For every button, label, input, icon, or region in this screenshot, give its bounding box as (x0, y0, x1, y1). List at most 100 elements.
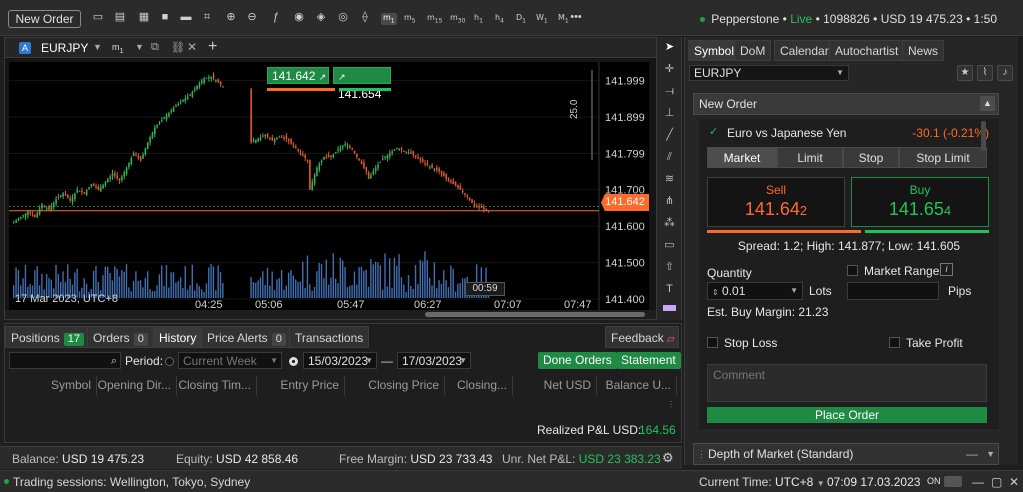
detach-icon[interactable]: ⧉ (151, 41, 159, 54)
minimize-icon[interactable]: — (966, 444, 978, 464)
tab-transactions[interactable]: Transactions (289, 326, 370, 348)
statement-button[interactable]: Statement (616, 352, 681, 369)
eye-icon[interactable]: ◎ (336, 11, 350, 24)
column-header[interactable]: Symbol (9, 376, 97, 395)
scrollbar-thumb[interactable] (425, 312, 645, 317)
text-icon[interactable]: T (663, 283, 676, 296)
candlestick-chart[interactable]: 141.999141.899141.799141.700141.600141.5… (9, 62, 649, 310)
column-header[interactable]: Closing... (445, 376, 513, 395)
cursor-icon[interactable]: ➤ (663, 41, 676, 54)
zoom-in-icon[interactable]: ⊕ (224, 11, 238, 24)
chart-icon[interactable]: ⌇ (977, 65, 993, 81)
link-icon[interactable]: ⛓ (171, 41, 185, 54)
minimize-icon[interactable]: — (972, 475, 984, 489)
timeframe-h1[interactable]: h1 (474, 13, 483, 25)
tab-dom[interactable]: DoM (734, 40, 772, 61)
more-icon[interactable]: ••• (568, 11, 584, 24)
search-input[interactable]: ⌕ (9, 352, 121, 369)
depth-of-market-header[interactable]: ⋮ Depth of Market (Standard) — ▼ (693, 443, 999, 465)
maximize-icon[interactable]: ▢ (991, 475, 1002, 489)
comment-input[interactable]: Comment (707, 364, 987, 402)
buy-price-box[interactable]: Buy 141.654 (851, 177, 989, 227)
chart-settings-icon[interactable]: ⌗ (200, 11, 214, 24)
date-to-input[interactable]: 17/03/2023 ▼ (397, 352, 471, 369)
column-header[interactable]: Opening Dir... (97, 376, 177, 395)
chart-plot-area[interactable]: 141.999 141.899 141.799 141.700 141.600 141.5… (9, 62, 649, 310)
rectangle-icon[interactable]: ▭ (663, 239, 676, 252)
column-header[interactable]: Closing Tim... (177, 376, 257, 395)
date-from-input[interactable]: 15/03/2023 ▼ (303, 352, 377, 369)
single-chart-icon[interactable]: ■ (158, 11, 172, 24)
tab-news[interactable]: News (902, 40, 945, 61)
pips-input[interactable] (847, 282, 939, 300)
new-order-button[interactable]: New Order (8, 10, 81, 28)
new-order-header[interactable]: New Order ▲ (693, 93, 999, 115)
chart-scrollbar[interactable] (5, 310, 681, 319)
bell-icon[interactable]: ♪ (997, 65, 1013, 81)
account-info[interactable]: Pepperstone • Live • 1098826 • USD 19 47… (700, 12, 997, 26)
period-preset-select[interactable]: Current Week ▼ (178, 352, 282, 369)
quick-buy-button[interactable]: ↗ 141.654 (333, 67, 391, 101)
info-icon[interactable]: i (940, 263, 953, 276)
collapse-icon[interactable]: ▲ (980, 96, 995, 111)
gann-icon[interactable]: ⁂ (663, 217, 676, 230)
symbol-select[interactable]: EURJPY ▼ (689, 65, 849, 81)
chart-type-icon[interactable]: ⟠ (358, 11, 372, 24)
close-icon[interactable]: ✕ (1009, 475, 1019, 489)
channel-icon[interactable]: ⫽ (663, 151, 676, 164)
tab-price-alerts[interactable]: Price Alerts 0 (201, 326, 292, 348)
feedback-button[interactable]: Feedback ▱ (605, 326, 679, 348)
panel-scrollbar[interactable] (981, 121, 986, 151)
tab-symbol[interactable]: Symbol (688, 40, 741, 61)
period-radio-preset[interactable] (165, 357, 174, 366)
star-icon[interactable]: ★ (957, 65, 973, 81)
screen-icon[interactable]: ▭ (91, 11, 105, 24)
trend-line-icon[interactable]: ╱ (663, 129, 676, 142)
tab-positions[interactable]: Positions 17 (5, 326, 90, 348)
order-type-stop[interactable]: Stop (843, 147, 899, 168)
timeframe-m30[interactable]: m30 (450, 13, 465, 25)
column-header[interactable]: Entry Price (257, 376, 345, 395)
timeframe-m5[interactable]: m5 (404, 13, 416, 25)
stepper-icon[interactable]: ⇕ (712, 288, 719, 297)
market-range-checkbox[interactable] (847, 265, 858, 276)
gear-icon[interactable]: ⚙ (662, 450, 674, 466)
vertical-line-icon[interactable]: ⊥ (663, 107, 676, 120)
timeframe-D1[interactable]: D1 (516, 13, 526, 25)
column-header[interactable]: Closing Price (345, 376, 445, 395)
timeframe-W1[interactable]: W1 (536, 13, 548, 25)
layout-icon[interactable]: ▤ (113, 11, 127, 24)
split-chart-icon[interactable]: ▬ (179, 11, 193, 24)
sell-price-box[interactable]: Sell 141.642 (707, 177, 845, 227)
layers-icon[interactable]: ◈ (314, 11, 328, 24)
zoom-out-icon[interactable]: ⊖ (245, 11, 259, 24)
stop-loss-checkbox[interactable] (707, 337, 718, 348)
place-order-button[interactable]: Place Order (707, 407, 987, 423)
done-orders-button[interactable]: Done Orders (538, 352, 617, 369)
timeframe-m15[interactable]: m15 (427, 13, 442, 25)
scroll-indicator-icon[interactable]: ⋮ (667, 400, 675, 409)
chevron-down-icon[interactable]: ▼ (93, 42, 102, 52)
quantity-stepper[interactable]: ⇕ 0.01 ▼ (707, 282, 803, 300)
timezone-select[interactable]: UTC+8 ▼ (775, 475, 825, 489)
order-type-stop-limit[interactable]: Stop Limit (899, 147, 987, 168)
column-header[interactable]: Balance U... (597, 376, 677, 395)
fibonacci-icon[interactable]: ≋ (663, 173, 676, 186)
close-icon[interactable]: ✕ (187, 40, 197, 54)
grid-icon[interactable]: ▦ (137, 11, 151, 24)
tab-autochartist[interactable]: Autochartist (829, 40, 905, 61)
pitchfork-icon[interactable]: ⋔ (663, 195, 676, 208)
time-toggle[interactable] (944, 476, 962, 487)
period-radio-range[interactable] (289, 357, 298, 366)
crosshair-icon[interactable]: ✛ (663, 63, 676, 76)
add-chart-icon[interactable]: + (208, 38, 217, 56)
color-swatch[interactable] (663, 305, 676, 311)
take-profit-checkbox[interactable] (889, 337, 900, 348)
chevron-down-icon[interactable]: ▼ (135, 42, 144, 52)
tab-history[interactable]: History (153, 326, 203, 348)
quick-sell-button[interactable]: 141.642 ↗ (267, 67, 329, 84)
order-type-market[interactable]: Market (707, 147, 777, 168)
chart-tab-symbol[interactable]: EURJPY (41, 41, 88, 55)
indicators-icon[interactable]: ƒ (269, 11, 283, 24)
chart-tab-timeframe[interactable]: m1 (112, 42, 124, 55)
